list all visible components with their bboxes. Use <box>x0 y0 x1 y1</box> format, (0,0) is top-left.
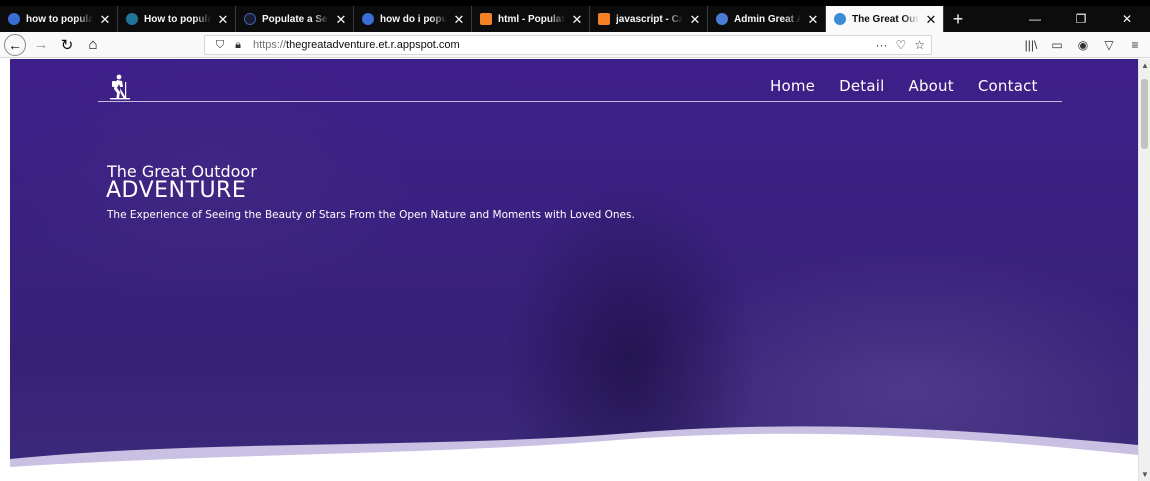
minimize-button[interactable]: — <box>1012 6 1058 32</box>
tab-7[interactable]: Admin Great Ad ✕ <box>708 6 826 32</box>
reload-button[interactable]: ↻ <box>54 34 80 56</box>
tab-6[interactable]: javascript - Can ✕ <box>590 6 708 32</box>
page-actions-icon[interactable]: ··· <box>875 38 887 52</box>
tab-title: Admin Great Ad <box>734 13 801 25</box>
home-button[interactable]: ⌂ <box>80 34 106 56</box>
tab-close-icon[interactable]: ✕ <box>335 13 347 26</box>
site-menu: Home Detail About Contact <box>770 77 1038 95</box>
url-text[interactable]: https://thegreatadventure.et.r.appspot.c… <box>253 39 875 51</box>
library-icon[interactable]: |||\ <box>1020 34 1042 56</box>
close-window-button[interactable]: ✕ <box>1104 6 1150 32</box>
url-bar[interactable]: ⛉ 🔒︎ https://thegreatadventure.et.r.apps… <box>204 35 932 55</box>
vertical-scrollbar[interactable]: ▲ ▼ <box>1138 59 1150 481</box>
tab-favicon-icon <box>480 13 492 25</box>
hiker-logo-icon[interactable] <box>108 74 132 100</box>
tab-title: The Great Outdo <box>852 13 919 25</box>
hero-title: ADVENTURE <box>106 178 247 203</box>
menu-about-link[interactable]: About <box>909 77 954 95</box>
tab-title: How to populate <box>144 13 211 25</box>
tab-title: how to populate <box>26 13 93 25</box>
extension-icon[interactable]: ▽ <box>1098 34 1120 56</box>
forward-button[interactable]: → <box>28 34 54 56</box>
restore-button[interactable]: ❐ <box>1058 6 1104 32</box>
tab-5[interactable]: html - Populate ✕ <box>472 6 590 32</box>
scrollbar-thumb[interactable] <box>1141 79 1148 149</box>
hero-section: Home Detail About Contact The Great Outd… <box>10 59 1138 481</box>
tab-favicon-icon <box>126 13 138 25</box>
sidebar-icon[interactable]: ▭ <box>1046 34 1068 56</box>
tab-title: html - Populate <box>498 13 565 25</box>
tab-close-icon[interactable]: ✕ <box>217 13 229 26</box>
hamburger-menu-icon[interactable]: ≡ <box>1124 34 1146 56</box>
url-scheme: https:// <box>253 39 287 51</box>
bookmark-star-icon[interactable]: ☆ <box>914 38 925 52</box>
tab-title: how do i populate <box>380 13 447 25</box>
tab-close-icon[interactable]: ✕ <box>99 13 111 26</box>
url-host: thegreatadventure.et.r.appspot.com <box>286 39 460 51</box>
new-tab-button[interactable]: + <box>944 6 972 32</box>
tab-8-active[interactable]: The Great Outdo ✕ <box>826 6 944 32</box>
tab-favicon-icon <box>362 13 374 25</box>
scroll-up-icon[interactable]: ▲ <box>1141 61 1149 70</box>
tab-favicon-icon <box>716 13 728 25</box>
tab-favicon-icon <box>244 13 256 25</box>
tab-close-icon[interactable]: ✕ <box>925 13 937 26</box>
pocket-icon[interactable]: ♡ <box>895 38 906 52</box>
back-button[interactable]: ← <box>4 33 26 56</box>
menu-contact-link[interactable]: Contact <box>978 77 1038 95</box>
tab-close-icon[interactable]: ✕ <box>689 13 701 26</box>
tab-favicon-icon <box>834 13 846 25</box>
tab-close-icon[interactable]: ✕ <box>807 13 819 26</box>
tab-2[interactable]: How to populate ✕ <box>118 6 236 32</box>
tab-title: Populate a Select <box>262 13 329 25</box>
tab-favicon-icon <box>598 13 610 25</box>
tab-1[interactable]: how to populate ✕ <box>0 6 118 32</box>
tab-4[interactable]: how do i populate ✕ <box>354 6 472 32</box>
window-controls: — ❐ ✕ <box>1012 6 1150 32</box>
tab-3[interactable]: Populate a Select ✕ <box>236 6 354 32</box>
tab-title: javascript - Can <box>616 13 683 25</box>
menu-detail-link[interactable]: Detail <box>839 77 884 95</box>
toolbar-right: |||\ ▭ ◉ ▽ ≡ <box>1020 34 1146 56</box>
tracking-shield-icon[interactable]: ⛉ <box>211 39 229 52</box>
hero-wave-divider <box>10 426 1138 481</box>
header-divider <box>98 101 1062 102</box>
navigation-toolbar: ← → ↻ ⌂ ⛉ 🔒︎ https://thegreatadventure.e… <box>0 32 1150 58</box>
tab-close-icon[interactable]: ✕ <box>571 13 583 26</box>
tab-favicon-icon <box>8 13 20 25</box>
tab-strip: how to populate ✕ How to populate ✕ Popu… <box>0 6 1150 32</box>
hero-tagline: The Experience of Seeing the Beauty of S… <box>107 209 635 221</box>
lock-icon[interactable]: 🔒︎ <box>229 39 247 52</box>
url-actions: ··· ♡ ☆ <box>875 38 925 52</box>
page-viewport: Home Detail About Contact The Great Outd… <box>0 59 1138 481</box>
menu-home-link[interactable]: Home <box>770 77 815 95</box>
account-icon[interactable]: ◉ <box>1072 34 1094 56</box>
scroll-down-icon[interactable]: ▼ <box>1141 470 1149 479</box>
tab-close-icon[interactable]: ✕ <box>453 13 465 26</box>
